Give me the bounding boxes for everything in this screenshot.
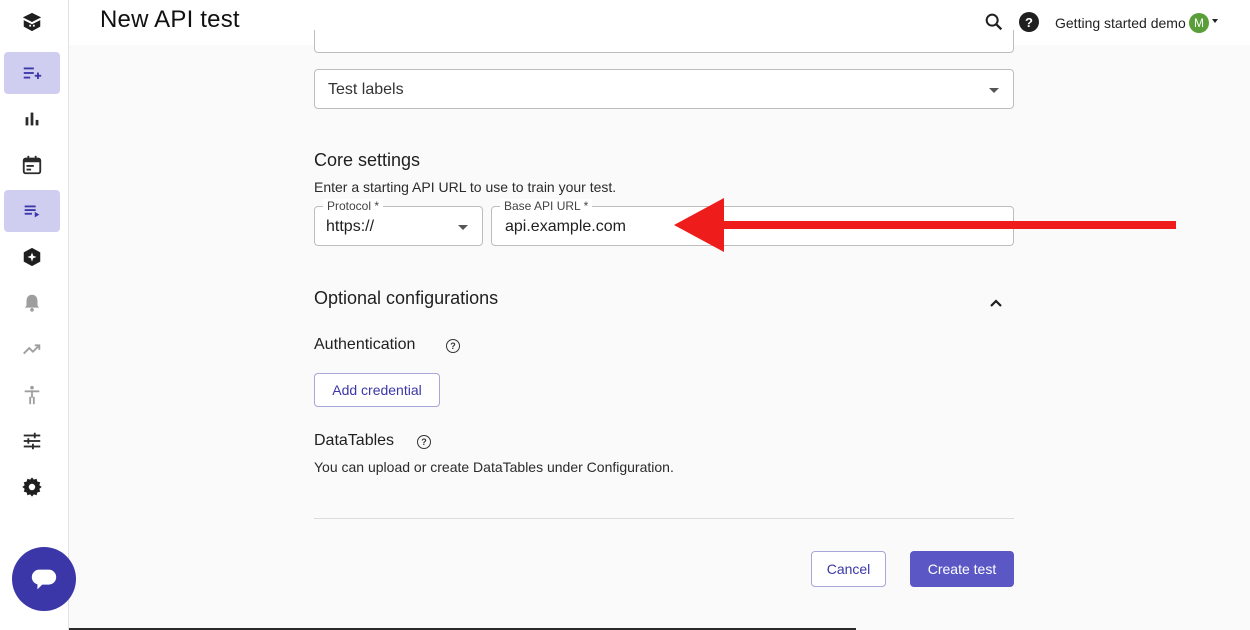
protocol-label: Protocol * — [323, 199, 384, 213]
new-test-icon[interactable] — [4, 52, 60, 94]
datatables-description: You can upload or create DataTables unde… — [314, 459, 674, 475]
cancel-button[interactable]: Cancel — [811, 551, 886, 587]
datatables-help-icon[interactable]: ? — [417, 435, 431, 449]
create-test-button[interactable]: Create test — [910, 551, 1014, 587]
optional-configurations-title: Optional configurations — [314, 288, 499, 308]
accessibility-icon[interactable] — [4, 374, 60, 416]
annotation-arrow-icon — [674, 198, 1176, 252]
trend-icon[interactable] — [4, 328, 60, 370]
add-credential-button[interactable]: Add credential — [314, 373, 440, 407]
core-settings-title: Core settings — [314, 150, 421, 170]
authentication-help-icon[interactable]: ? — [446, 339, 460, 353]
protocol-value: https:// — [326, 218, 375, 235]
test-labels-select[interactable]: Test labels — [314, 69, 1014, 109]
sliders-icon[interactable] — [4, 420, 60, 462]
page-title: New API test — [100, 6, 240, 33]
test-list-icon[interactable] — [4, 190, 60, 232]
sparkle-hexagon-icon[interactable] — [4, 236, 60, 278]
previous-field[interactable] — [314, 30, 1014, 53]
calendar-icon[interactable] — [4, 144, 60, 186]
divider — [314, 518, 1014, 519]
chevron-down-icon — [458, 225, 468, 230]
test-labels-placeholder: Test labels — [328, 81, 404, 98]
base-url-value: api.example.com — [505, 218, 626, 235]
bar-chart-icon[interactable] — [4, 98, 60, 140]
sidebar — [0, 0, 69, 630]
account-caret-icon[interactable] — [1212, 19, 1218, 23]
chevron-down-icon — [989, 88, 999, 93]
bell-icon[interactable] — [4, 282, 60, 324]
help-icon[interactable]: ? — [1019, 12, 1039, 32]
chevron-up-icon[interactable] — [988, 295, 1004, 311]
datatables-title: DataTables — [314, 432, 395, 449]
authentication-title: Authentication — [314, 336, 416, 353]
gear-icon[interactable] — [4, 466, 60, 508]
logo-icon[interactable] — [4, 1, 60, 43]
chat-bubble-icon — [31, 569, 57, 590]
account-name[interactable]: Getting started demo — [1055, 15, 1186, 31]
core-settings-description: Enter a starting API URL to use to train… — [314, 179, 617, 195]
base-url-label: Base API URL * — [500, 199, 593, 213]
chat-launcher-button[interactable] — [12, 547, 76, 611]
avatar[interactable]: M — [1189, 13, 1209, 33]
protocol-select[interactable]: Protocol * https:// — [314, 199, 483, 246]
